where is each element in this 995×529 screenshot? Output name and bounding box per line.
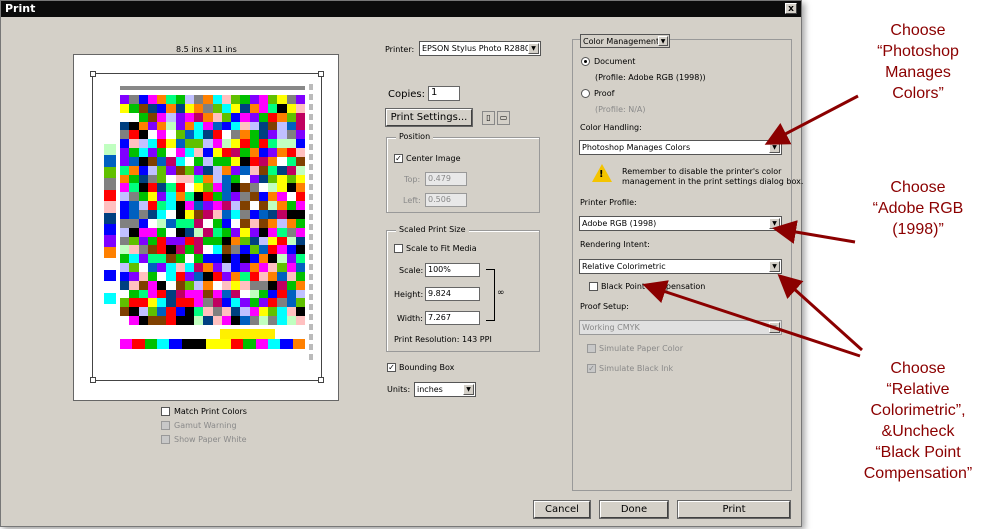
annotation-line: Choose: [890, 360, 946, 377]
annotation-line: Manages: [885, 64, 951, 81]
annotation-line: Compensation”: [863, 465, 973, 482]
annotation-line: Choose: [890, 179, 946, 196]
annotation-line: “Photoshop: [877, 43, 959, 60]
annotation-adobe-rgb: Choose “Adobe RGB (1998)”: [848, 177, 988, 240]
annotation-relative-colorimetric: Choose “Relative Colorimetric”, &Uncheck…: [848, 358, 988, 484]
annotation-line: (1998)”: [892, 221, 944, 238]
annotation-photoshop-manages: Choose “Photoshop Manages Colors”: [848, 20, 988, 104]
annotation-arrows: [642, 94, 864, 358]
annotation-line: “Black Point: [875, 444, 961, 461]
arrow-color-handling: [764, 94, 859, 145]
annotation-line: Colors”: [892, 85, 944, 102]
arrow-rendering-intent: [777, 273, 864, 352]
annotation-line: Choose: [890, 22, 946, 39]
annotation-line: &Uncheck: [881, 423, 955, 440]
arrow-printer-profile: [772, 220, 856, 244]
annotation-line: “Relative: [886, 381, 950, 398]
annotation-line: Colorimetric”,: [870, 402, 966, 419]
annotation-line: “Adobe RGB: [872, 200, 964, 217]
